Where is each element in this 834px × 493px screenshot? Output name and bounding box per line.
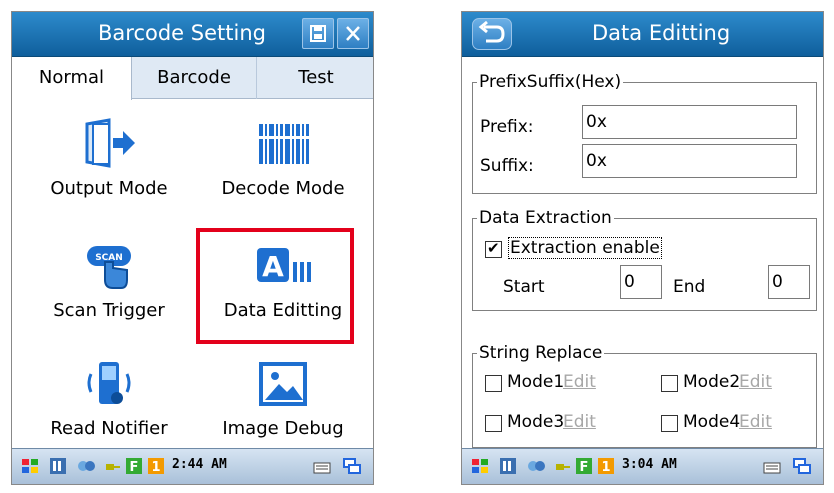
mode3-checkbox[interactable] [485,415,502,432]
suffix-label: Suffix: [480,156,534,176]
output-mode-tile[interactable]: Output Mode [24,112,194,222]
end-label: End [673,277,706,297]
extraction-enable-label[interactable]: Extraction enable [508,237,662,259]
scan-trigger-tile[interactable]: SCAN Scan Trigger [24,234,194,344]
decode-mode-tile[interactable]: Decode Mode [198,112,368,222]
data-extraction-group: Data Extraction Extraction enable Start … [472,208,817,311]
suffix-input[interactable]: 0x [582,144,797,178]
end-input[interactable]: 0 [768,265,810,299]
read-notifier-tile[interactable]: Read Notifier [24,352,194,462]
start-input[interactable]: 0 [620,265,662,299]
svg-text:F: F [580,460,589,475]
windows-start-icon[interactable] [20,456,40,476]
tab-normal[interactable]: Normal [12,57,132,100]
mode2-edit-link[interactable]: Edit [739,372,772,392]
battery-indicator-icon[interactable]: 1 [146,456,166,476]
tile-label: Decode Mode [221,178,345,199]
image-icon [259,362,307,406]
output-mode-icon [85,118,135,168]
power-plug-icon[interactable] [552,456,572,476]
f-indicator-icon[interactable]: F [124,456,144,476]
window-switch-icon[interactable] [792,456,812,476]
f-indicator-icon[interactable]: F [574,456,594,476]
taskbar: F 1 2:44 AM [12,448,373,484]
tab-test[interactable]: Test [257,57,373,99]
mode1-edit-link[interactable]: Edit [563,372,596,392]
tab-bar: Normal Barcode Test [12,57,373,100]
network-icon[interactable] [76,456,96,476]
barcode-setting-screen: Barcode Setting Normal Barcode Test Outp… [11,11,374,485]
network-icon[interactable] [526,456,546,476]
mode2-checkbox[interactable] [661,375,678,392]
data-editting-screen: Data Editting PrefixSuffix(Hex) Prefix: … [461,11,824,485]
prefix-input[interactable]: 0x [582,105,797,139]
title-bar: Data Editting [462,12,823,57]
window-title: Barcode Setting [98,21,266,45]
prefix-suffix-group: PrefixSuffix(Hex) Prefix: 0x Suffix: 0x [472,72,817,194]
input-panel-icon[interactable] [312,456,332,476]
close-icon [346,26,360,41]
save-button[interactable] [302,18,334,49]
svg-text:1: 1 [601,460,610,475]
string-replace-group: String Replace Mode1 Edit Mode2 Edit Mod… [472,343,817,448]
mode1-checkbox[interactable] [485,375,502,392]
image-debug-tile[interactable]: Image Debug [198,352,368,462]
prefix-label: Prefix: [480,117,534,137]
mode3-edit-link[interactable]: Edit [563,412,596,432]
windows-start-icon[interactable] [470,456,490,476]
back-button[interactable] [472,18,512,50]
window-title: Data Editting [592,21,731,45]
group-legend: String Replace [477,343,605,363]
taskbar: F 1 3:04 AM [462,448,823,484]
tile-label: Scan Trigger [53,300,165,321]
floppy-disk-icon [310,25,326,42]
start-label: Start [503,277,545,297]
extraction-enable-checkbox[interactable] [485,239,502,258]
mode2-label: Mode2 [683,372,741,392]
tile-label: Output Mode [50,178,168,199]
taskbar-clock[interactable]: 2:44 AM [172,457,227,472]
keyboard-tray-icon[interactable] [48,456,68,476]
group-legend: PrefixSuffix(Hex) [477,72,624,92]
mode4-label: Mode4 [683,412,741,432]
group-legend: Data Extraction [477,208,614,228]
mode4-checkbox[interactable] [661,415,678,432]
svg-text:1: 1 [151,460,160,475]
battery-indicator-icon[interactable]: 1 [596,456,616,476]
mode3-label: Mode3 [507,412,565,432]
keyboard-tray-icon[interactable] [498,456,518,476]
power-plug-icon[interactable] [102,456,122,476]
input-panel-icon[interactable] [762,456,782,476]
title-bar: Barcode Setting [12,12,373,57]
scan-hand-icon: SCAN [87,246,131,289]
window-switch-icon[interactable] [342,456,362,476]
mode1-label: Mode1 [507,372,565,392]
close-button[interactable] [337,18,369,49]
svg-text:F: F [130,460,139,475]
taskbar-clock[interactable]: 3:04 AM [622,457,677,472]
back-arrow-icon [478,20,505,43]
phone-notifier-icon [87,362,131,404]
tile-label: Read Notifier [50,418,168,439]
tile-label: Image Debug [222,418,344,439]
selection-highlight [196,228,354,344]
mode4-edit-link[interactable]: Edit [739,412,772,432]
barcode-icon [257,124,311,164]
tab-barcode[interactable]: Barcode [132,57,257,99]
